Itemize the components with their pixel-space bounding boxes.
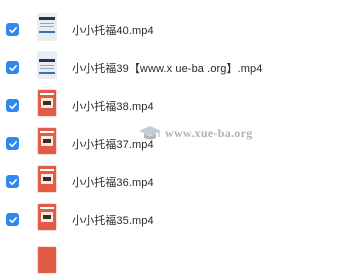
- checkbox[interactable]: [6, 23, 19, 36]
- file-row[interactable]: 小小托福39【www.x ue-ba .org】.mp4: [0, 48, 340, 86]
- file-row[interactable]: 小小托福38.mp4: [0, 86, 340, 124]
- book-cover-icon: [37, 127, 57, 155]
- file-row-partial[interactable]: [0, 240, 340, 274]
- file-row[interactable]: 小小托福36.mp4: [0, 162, 340, 200]
- check-icon: [8, 216, 17, 223]
- book-cover-icon: [37, 246, 57, 274]
- file-name[interactable]: 小小托福35.mp4: [72, 212, 154, 228]
- check-icon: [8, 102, 17, 109]
- file-row[interactable]: 小小托福40.mp4: [0, 10, 340, 48]
- file-row[interactable]: 小小托福35.mp4: [0, 200, 340, 238]
- file-name[interactable]: 小小托福39【www.x ue-ba .org】.mp4: [72, 60, 262, 76]
- check-icon: [8, 64, 17, 71]
- check-icon: [8, 178, 17, 185]
- checkbox[interactable]: [6, 99, 19, 112]
- book-cover-icon: [37, 203, 57, 231]
- graduation-cap-icon: [139, 126, 161, 140]
- video-thumbnail-icon: [37, 51, 57, 79]
- watermark-text: www.xue-ba.org: [165, 125, 253, 140]
- checkbox[interactable]: [6, 137, 19, 150]
- file-name[interactable]: 小小托福40.mp4: [72, 22, 154, 38]
- book-cover-icon: [37, 165, 57, 193]
- book-cover-icon: [37, 89, 57, 117]
- watermark: www.xue-ba.org: [138, 124, 253, 142]
- check-icon: [8, 26, 17, 33]
- video-thumbnail-icon: [37, 13, 57, 41]
- file-name[interactable]: 小小托福38.mp4: [72, 98, 154, 114]
- checkbox[interactable]: [6, 61, 19, 74]
- check-icon: [8, 140, 17, 147]
- checkbox[interactable]: [6, 213, 19, 226]
- file-name[interactable]: 小小托福36.mp4: [72, 174, 154, 190]
- checkbox[interactable]: [6, 175, 19, 188]
